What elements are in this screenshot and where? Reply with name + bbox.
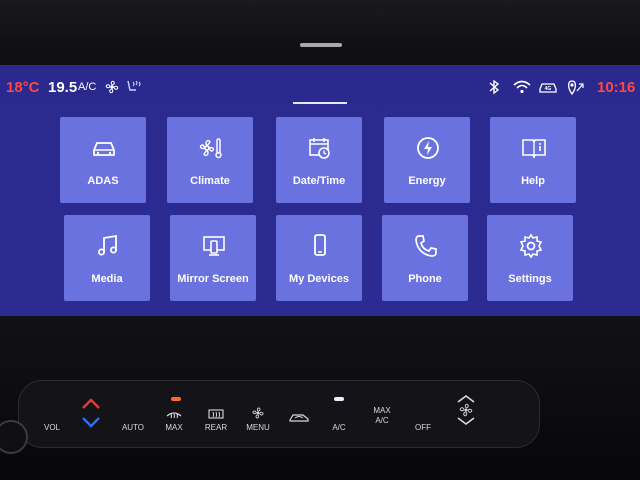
tile-phone[interactable]: Phone xyxy=(382,215,468,301)
max-ac-button[interactable]: MAX A/C xyxy=(366,404,398,430)
tile-label: My Devices xyxy=(289,273,349,285)
tile-media[interactable]: Media xyxy=(64,215,150,301)
ac-status-label[interactable]: A/C xyxy=(78,81,96,93)
climate-menu-button[interactable]: MENU xyxy=(240,398,276,436)
menu-label: MENU xyxy=(246,423,270,432)
windshield-defrost-icon xyxy=(166,412,182,419)
tile-mirror-screen[interactable]: Mirror Screen xyxy=(170,215,256,301)
phone-handset-icon xyxy=(415,235,437,257)
vol-control[interactable]: VOL xyxy=(40,398,64,436)
max-defrost-button[interactable]: MAX xyxy=(156,398,192,436)
rear-defrost-icon xyxy=(208,409,224,419)
infotainment-screen: 18°C 19.5 A/C 4G 10:16 ADAS Climate Date… xyxy=(0,62,640,319)
home-indicator xyxy=(293,102,347,104)
car-connect-icon: 4G xyxy=(539,83,557,93)
tile-help[interactable]: Help xyxy=(490,117,576,203)
tile-my-devices[interactable]: My Devices xyxy=(276,215,362,301)
max-ac-line1: MAX xyxy=(373,406,391,415)
tile-label: Help xyxy=(521,175,545,187)
tile-settings[interactable]: Settings xyxy=(487,215,573,301)
max-ac-line2: A/C xyxy=(375,416,389,425)
auto-button[interactable]: AUTO xyxy=(116,398,150,436)
tile-date-time[interactable]: Date/Time xyxy=(276,117,362,203)
tile-label: Date/Time xyxy=(292,175,346,187)
off-label: OFF xyxy=(415,423,431,432)
temp-up-down-arrows[interactable] xyxy=(80,396,102,430)
status-bar: 18°C 19.5 A/C 4G 10:16 xyxy=(0,75,640,101)
car-icon xyxy=(93,142,115,156)
book-info-icon xyxy=(522,139,546,159)
phone-device-icon xyxy=(314,234,326,256)
energy-icon xyxy=(417,137,439,159)
tile-adas[interactable]: ADAS xyxy=(60,117,146,203)
rear-label: REAR xyxy=(204,423,228,432)
wifi-icon xyxy=(513,80,531,94)
tile-label: Climate xyxy=(190,175,230,187)
fan-speed-control[interactable] xyxy=(454,394,478,426)
fan-menu-icon xyxy=(252,407,264,419)
climate-icon xyxy=(199,138,222,159)
tile-label: Media xyxy=(91,273,123,285)
calendar-clock-icon xyxy=(309,138,330,159)
rear-defrost-button[interactable]: REAR xyxy=(198,398,234,436)
ac-button-label: A/C xyxy=(332,423,346,432)
ambient-light xyxy=(300,43,342,47)
tile-label: Mirror Screen xyxy=(177,273,249,285)
vol-label: VOL xyxy=(43,423,60,432)
music-note-icon xyxy=(98,234,117,256)
tile-energy[interactable]: Energy xyxy=(384,117,470,203)
tile-climate[interactable]: Climate xyxy=(167,117,253,203)
svg-text:4G: 4G xyxy=(545,86,552,92)
passenger-temperature[interactable]: 19.5 xyxy=(48,79,77,96)
tile-label: Energy xyxy=(408,175,446,187)
max-label: MAX xyxy=(165,423,183,432)
fan-icon[interactable] xyxy=(104,79,120,95)
recirculation-car-icon[interactable] xyxy=(288,410,310,424)
tile-label: Phone xyxy=(408,273,442,285)
off-button[interactable]: OFF xyxy=(408,398,438,436)
driver-temperature[interactable]: 18°C xyxy=(6,79,40,96)
mirror-screen-icon xyxy=(203,236,225,256)
tile-label: ADAS xyxy=(87,175,119,187)
ac-button[interactable]: A/C xyxy=(324,398,354,436)
auto-label: AUTO xyxy=(121,423,145,432)
clock: 10:16 xyxy=(597,79,636,96)
top-bezel xyxy=(0,0,640,62)
gps-icon xyxy=(567,80,584,96)
seat-airflow-icon[interactable] xyxy=(124,78,142,96)
bluetooth-icon xyxy=(489,79,500,95)
tile-label: Settings xyxy=(508,273,552,285)
gear-icon xyxy=(519,233,543,259)
